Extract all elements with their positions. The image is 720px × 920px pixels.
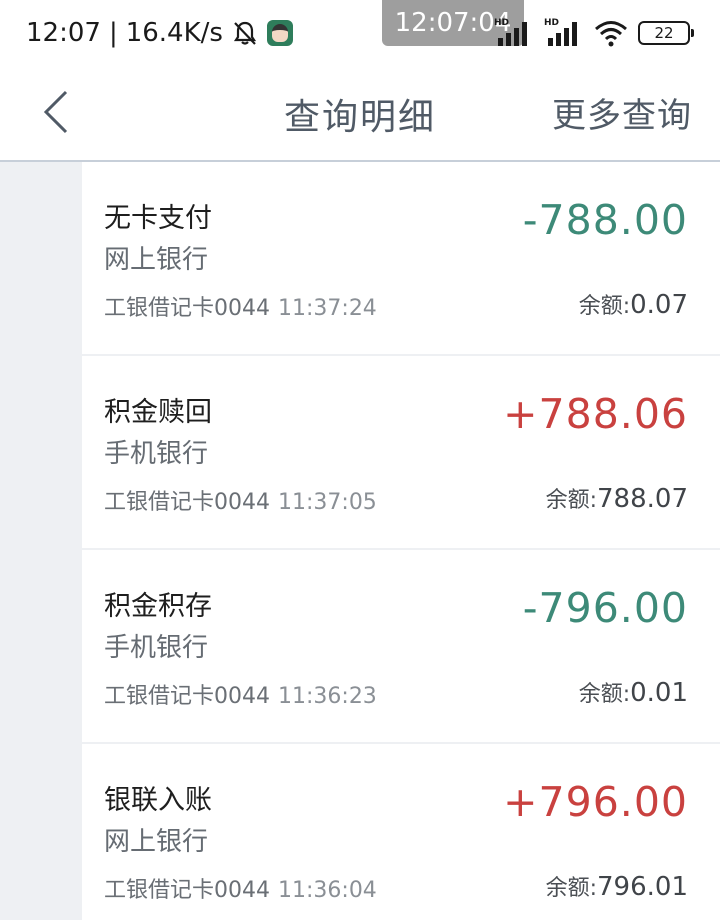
transaction-row[interactable]: 无卡支付 网上银行 工银借记卡0044 11:37:24 -788.00 余额:0… (82, 162, 720, 356)
transaction-time: 11:36:04 (278, 878, 377, 903)
card-name: 工银借记卡0044 (104, 684, 270, 709)
bell-muted-icon (231, 19, 259, 47)
transaction-channel: 网上银行 (104, 245, 209, 275)
signal-hd-label-2: HD (544, 18, 560, 28)
card-name: 工银借记卡0044 (104, 490, 270, 515)
card-name: 工银借记卡0044 (104, 878, 270, 903)
wifi-icon (595, 21, 627, 47)
transaction-card-info: 工银借记卡0044 11:36:04 (104, 872, 377, 904)
more-query-button[interactable]: 更多查询 (552, 88, 692, 137)
balance-value: 788.07 (597, 484, 688, 514)
battery-level: 22 (654, 24, 674, 42)
transaction-title: 银联入账 (104, 785, 212, 816)
transaction-amount: +796.00 (503, 778, 688, 826)
balance-value: 0.01 (630, 678, 688, 708)
transaction-row[interactable]: 积金积存 手机银行 工银借记卡0044 11:36:23 -796.00 余额:0… (82, 550, 720, 744)
transaction-balance: 余额:0.07 (579, 288, 688, 320)
balance-value: 0.07 (630, 290, 688, 320)
signal-icon-2: HD (544, 18, 584, 48)
nav-bar: 查询明细 更多查询 (0, 66, 720, 162)
transaction-list: 无卡支付 网上银行 工银借记卡0044 11:37:24 -788.00 余额:0… (82, 162, 720, 920)
battery-icon: 22 (638, 21, 694, 45)
transaction-amount: -788.00 (522, 196, 688, 244)
transaction-balance: 余额:796.01 (546, 870, 688, 902)
transaction-title: 积金积存 (104, 591, 212, 622)
transaction-title: 积金赎回 (104, 397, 212, 428)
transaction-balance: 余额:788.07 (546, 482, 688, 514)
balance-label: 余额: (545, 876, 598, 901)
signal-icon: HD (494, 18, 534, 48)
transaction-title: 无卡支付 (104, 203, 212, 234)
network-speed: 16.4K/s (125, 18, 223, 48)
balance-value: 796.01 (597, 872, 688, 902)
status-right: HD HD 22 (494, 16, 694, 50)
balance-label: 余额: (545, 488, 598, 513)
status-separator: | (108, 18, 118, 48)
status-time: 12:07 (26, 18, 101, 48)
transaction-row[interactable]: 银联入账 网上银行 工银借记卡0044 11:36:04 +796.00 余额:7… (82, 744, 720, 920)
transaction-amount: +788.06 (503, 390, 688, 438)
app-notification-icon (266, 20, 293, 46)
signal-hd-label: HD (494, 18, 510, 28)
transaction-card-info: 工银借记卡0044 11:37:05 (104, 484, 377, 516)
transaction-row[interactable]: 积金赎回 手机银行 工银借记卡0044 11:37:05 +788.06 余额:7… (82, 356, 720, 550)
balance-label: 余额: (578, 294, 631, 319)
status-bar: 12:07 | 16.4K/s 12:07:04 HD HD 22 (0, 0, 720, 66)
transaction-card-info: 工银借记卡0044 11:37:24 (104, 290, 377, 322)
balance-label: 余额: (578, 682, 631, 707)
transaction-time: 11:36:23 (278, 684, 377, 709)
transaction-list-area: 无卡支付 网上银行 工银借记卡0044 11:37:24 -788.00 余额:0… (0, 162, 720, 920)
transaction-channel: 手机银行 (104, 633, 209, 663)
card-name: 工银借记卡0044 (104, 296, 270, 321)
transaction-amount: -796.00 (522, 584, 688, 632)
transaction-balance: 余额:0.01 (579, 676, 688, 708)
transaction-time: 11:37:24 (278, 296, 377, 321)
transaction-card-info: 工银借记卡0044 11:36:23 (104, 678, 377, 710)
transaction-time: 11:37:05 (278, 490, 377, 515)
transaction-channel: 网上银行 (104, 827, 209, 857)
status-left: 12:07 | 16.4K/s (26, 14, 293, 52)
transaction-channel: 手机银行 (104, 439, 209, 469)
